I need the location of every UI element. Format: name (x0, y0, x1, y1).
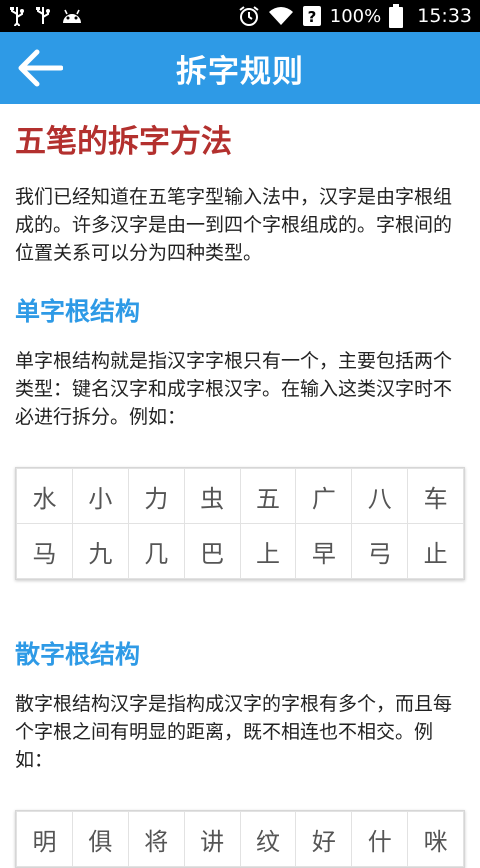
char-cell: 八 (351, 468, 409, 525)
char-cell: 早 (295, 523, 353, 580)
char-cell: 纹 (239, 811, 297, 868)
back-button[interactable] (14, 42, 66, 94)
char-cell: 几 (127, 523, 185, 580)
char-cell: 咪 (407, 811, 464, 868)
clock: 15:33 (417, 5, 472, 27)
battery-icon (389, 4, 404, 28)
example-char-table: 水 小 力 虫 五 广 八 车 马 九 几 巴 上 早 弓 止 (15, 467, 465, 581)
status-left (8, 6, 84, 26)
char-cell: 广 (295, 468, 353, 525)
char-cell: 车 (407, 468, 464, 525)
char-cell: 上 (239, 523, 297, 580)
example-char-table: 明 俱 将 讲 纹 好 什 咪 (15, 810, 465, 868)
char-cell: 明 (16, 811, 73, 868)
char-cell: 好 (295, 811, 353, 868)
char-cell: 巴 (183, 523, 241, 580)
char-cell: 五 (239, 468, 297, 525)
usb-icon (34, 6, 52, 26)
alarm-icon (238, 5, 260, 27)
char-cell: 虫 (183, 468, 241, 525)
app-bar: 拆字规则 (0, 32, 480, 104)
char-cell: 讲 (183, 811, 241, 868)
status-right: ? 100% 15:33 (238, 4, 472, 28)
intro-paragraph: 我们已经知道在五笔字型输入法中，汉字是由字根组成的。许多汉字是由一到四个字根组成… (15, 186, 453, 265)
svg-text:?: ? (307, 8, 316, 26)
page-title: 五笔的拆字方法 (15, 124, 232, 160)
char-cell: 九 (71, 523, 129, 580)
section-text-single-root: 单字根结构就是指汉字字根只有一个，主要包括两个类型：键名汉字和成字根汉字。在输入… (15, 350, 453, 429)
section-text-scattered-root: 散字根结构汉字是指构成汉字的字根有多个，而且每个字根之间有明显的距离，既不相连也… (15, 693, 453, 772)
table-row: 明 俱 将 讲 纹 好 什 咪 (16, 811, 464, 868)
char-cell: 什 (351, 811, 409, 868)
android-icon (60, 8, 84, 24)
char-cell: 止 (407, 523, 464, 580)
char-cell: 马 (16, 523, 73, 580)
app-title: 拆字规则 (176, 53, 304, 90)
char-cell: 小 (71, 468, 129, 525)
battery-percent: 100% (329, 5, 382, 27)
char-cell: 将 (127, 811, 185, 868)
char-cell: 力 (127, 468, 185, 525)
status-bar: ? 100% 15:33 (0, 0, 480, 32)
article-content: 五笔的拆字方法 我们已经知道在五笔字型输入法中，汉字是由字根组成的。许多汉字是由… (0, 104, 480, 868)
char-cell: 弓 (351, 523, 409, 580)
wifi-icon (268, 6, 294, 26)
signal-unknown-icon: ? (302, 5, 322, 27)
usb-icon (8, 6, 26, 26)
table-row: 马 九 几 巴 上 早 弓 止 (16, 523, 464, 580)
section-title-scattered-root: 散字根结构 (15, 640, 141, 670)
back-arrow-icon (18, 49, 63, 87)
char-cell: 俱 (71, 811, 129, 868)
table-row: 水 小 力 虫 五 广 八 车 (16, 468, 464, 525)
section-title-single-root: 单字根结构 (15, 297, 141, 327)
char-cell: 水 (16, 468, 73, 525)
